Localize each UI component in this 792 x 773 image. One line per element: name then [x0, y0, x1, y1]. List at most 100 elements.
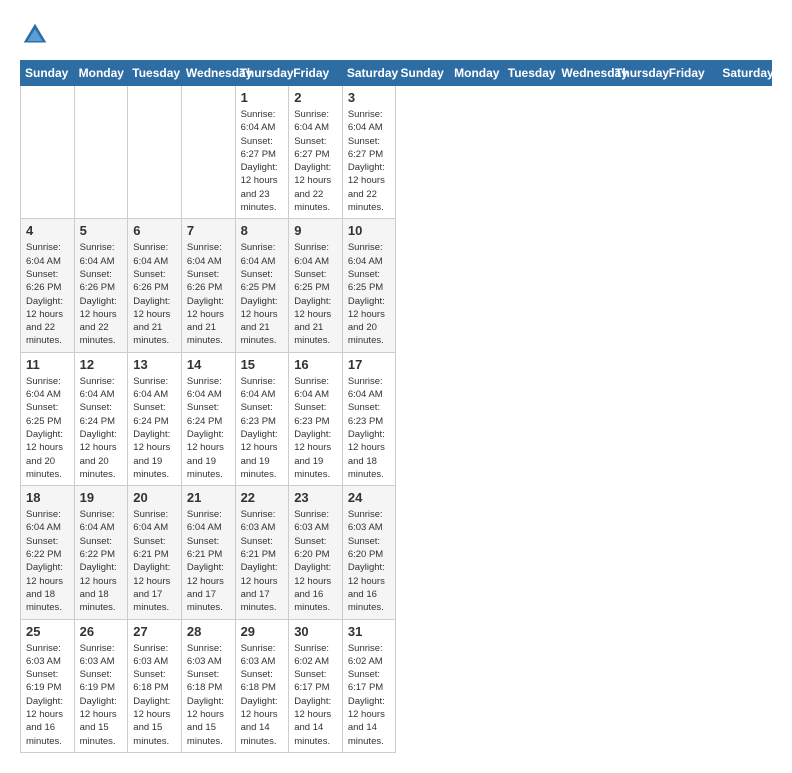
day-number: 30 [294, 624, 337, 639]
day-info: Sunrise: 6:02 AM Sunset: 6:17 PM Dayligh… [294, 642, 337, 748]
day-number: 22 [241, 490, 284, 505]
day-number: 25 [26, 624, 69, 639]
day-number: 18 [26, 490, 69, 505]
calendar-header-thursday: Thursday [611, 61, 665, 86]
day-number: 28 [187, 624, 230, 639]
day-number: 13 [133, 357, 176, 372]
day-number: 11 [26, 357, 69, 372]
day-info: Sunrise: 6:03 AM Sunset: 6:20 PM Dayligh… [294, 508, 337, 614]
calendar-cell: 24 Sunrise: 6:03 AM Sunset: 6:20 PM Dayli… [342, 486, 396, 619]
calendar-header-friday: Friday [664, 61, 718, 86]
calendar-header-monday: Monday [450, 61, 504, 86]
calendar-cell: 12 Sunrise: 6:04 AM Sunset: 6:24 PM Dayli… [74, 352, 128, 485]
day-number: 29 [241, 624, 284, 639]
day-number: 2 [294, 90, 337, 105]
day-info: Sunrise: 6:04 AM Sunset: 6:27 PM Dayligh… [241, 108, 284, 214]
day-info: Sunrise: 6:04 AM Sunset: 6:27 PM Dayligh… [294, 108, 337, 214]
calendar-cell: 1 Sunrise: 6:04 AM Sunset: 6:27 PM Daylig… [235, 86, 289, 219]
calendar-table: SundayMondayTuesdayWednesdayThursdayFrid… [20, 60, 772, 753]
day-info: Sunrise: 6:04 AM Sunset: 6:21 PM Dayligh… [187, 508, 230, 614]
calendar-header-wednesday: Wednesday [181, 61, 235, 86]
calendar-cell [74, 86, 128, 219]
calendar-cell: 8 Sunrise: 6:04 AM Sunset: 6:25 PM Daylig… [235, 219, 289, 352]
calendar-cell: 15 Sunrise: 6:04 AM Sunset: 6:23 PM Dayli… [235, 352, 289, 485]
day-number: 21 [187, 490, 230, 505]
calendar-header-saturday: Saturday [718, 61, 772, 86]
day-number: 6 [133, 223, 176, 238]
day-info: Sunrise: 6:04 AM Sunset: 6:26 PM Dayligh… [80, 241, 123, 347]
day-info: Sunrise: 6:04 AM Sunset: 6:25 PM Dayligh… [241, 241, 284, 347]
calendar-cell: 3Sunrise: 6:04 AM Sunset: 6:27 PM Daylig… [342, 86, 396, 219]
calendar-header-monday: Monday [74, 61, 128, 86]
calendar-cell: 10 Sunrise: 6:04 AM Sunset: 6:25 PM Dayli… [342, 219, 396, 352]
day-number: 7 [187, 223, 230, 238]
calendar-cell: 19 Sunrise: 6:04 AM Sunset: 6:22 PM Dayli… [74, 486, 128, 619]
day-number: 16 [294, 357, 337, 372]
day-number: 10 [348, 223, 391, 238]
day-info: Sunrise: 6:04 AM Sunset: 6:23 PM Dayligh… [348, 375, 391, 481]
day-number: 9 [294, 223, 337, 238]
day-number: 14 [187, 357, 230, 372]
day-info: Sunrise: 6:04 AM Sunset: 6:25 PM Dayligh… [348, 241, 391, 347]
day-info: Sunrise: 6:04 AM Sunset: 6:21 PM Dayligh… [133, 508, 176, 614]
logo-icon [20, 20, 50, 50]
calendar-week-row: 25 Sunrise: 6:03 AM Sunset: 6:19 PM Dayli… [21, 619, 772, 752]
calendar-cell: 5 Sunrise: 6:04 AM Sunset: 6:26 PM Daylig… [74, 219, 128, 352]
calendar-cell: 13Sunrise: 6:04 AM Sunset: 6:24 PM Dayli… [128, 352, 182, 485]
day-number: 20 [133, 490, 176, 505]
calendar-week-row: 1 Sunrise: 6:04 AM Sunset: 6:27 PM Daylig… [21, 86, 772, 219]
day-number: 3 [348, 90, 391, 105]
day-info: Sunrise: 6:03 AM Sunset: 6:18 PM Dayligh… [241, 642, 284, 748]
calendar-week-row: 11Sunrise: 6:04 AM Sunset: 6:25 PM Dayli… [21, 352, 772, 485]
day-info: Sunrise: 6:04 AM Sunset: 6:23 PM Dayligh… [294, 375, 337, 481]
logo [20, 20, 54, 50]
calendar-cell: 30 Sunrise: 6:02 AM Sunset: 6:17 PM Dayli… [289, 619, 343, 752]
calendar-cell [128, 86, 182, 219]
day-number: 24 [348, 490, 391, 505]
day-number: 31 [348, 624, 391, 639]
day-number: 15 [241, 357, 284, 372]
day-info: Sunrise: 6:03 AM Sunset: 6:20 PM Dayligh… [348, 508, 391, 614]
calendar-cell: 26Sunrise: 6:03 AM Sunset: 6:19 PM Dayli… [74, 619, 128, 752]
page-header [20, 20, 772, 50]
calendar-header-row: SundayMondayTuesdayWednesdayThursdayFrid… [21, 61, 772, 86]
day-info: Sunrise: 6:03 AM Sunset: 6:18 PM Dayligh… [133, 642, 176, 748]
day-info: Sunrise: 6:03 AM Sunset: 6:19 PM Dayligh… [80, 642, 123, 748]
calendar-cell: 29 Sunrise: 6:03 AM Sunset: 6:18 PM Dayli… [235, 619, 289, 752]
calendar-cell: 2 Sunrise: 6:04 AM Sunset: 6:27 PM Daylig… [289, 86, 343, 219]
calendar-cell: 31 Sunrise: 6:02 AM Sunset: 6:17 PM Dayli… [342, 619, 396, 752]
calendar-header-sunday: Sunday [21, 61, 75, 86]
calendar-cell: 14 Sunrise: 6:04 AM Sunset: 6:24 PM Dayli… [181, 352, 235, 485]
calendar-cell: 22Sunrise: 6:03 AM Sunset: 6:21 PM Dayli… [235, 486, 289, 619]
calendar-cell: 25 Sunrise: 6:03 AM Sunset: 6:19 PM Dayli… [21, 619, 75, 752]
calendar-header-saturday: Saturday [342, 61, 396, 86]
day-number: 1 [241, 90, 284, 105]
day-info: Sunrise: 6:04 AM Sunset: 6:24 PM Dayligh… [187, 375, 230, 481]
calendar-week-row: 18 Sunrise: 6:04 AM Sunset: 6:22 PM Dayli… [21, 486, 772, 619]
day-info: Sunrise: 6:04 AM Sunset: 6:26 PM Dayligh… [133, 241, 176, 347]
calendar-cell: 27Sunrise: 6:03 AM Sunset: 6:18 PM Dayli… [128, 619, 182, 752]
day-number: 8 [241, 223, 284, 238]
day-info: Sunrise: 6:04 AM Sunset: 6:26 PM Dayligh… [187, 241, 230, 347]
day-info: Sunrise: 6:04 AM Sunset: 6:22 PM Dayligh… [26, 508, 69, 614]
day-info: Sunrise: 6:04 AM Sunset: 6:23 PM Dayligh… [241, 375, 284, 481]
calendar-cell: 18 Sunrise: 6:04 AM Sunset: 6:22 PM Dayli… [21, 486, 75, 619]
calendar-header-tuesday: Tuesday [503, 61, 557, 86]
calendar-header-thursday: Thursday [235, 61, 289, 86]
calendar-cell: 9 Sunrise: 6:04 AM Sunset: 6:25 PM Daylig… [289, 219, 343, 352]
day-number: 5 [80, 223, 123, 238]
day-number: 17 [348, 357, 391, 372]
day-info: Sunrise: 6:04 AM Sunset: 6:22 PM Dayligh… [80, 508, 123, 614]
day-info: Sunrise: 6:04 AM Sunset: 6:25 PM Dayligh… [294, 241, 337, 347]
day-info: Sunrise: 6:03 AM Sunset: 6:19 PM Dayligh… [26, 642, 69, 748]
day-info: Sunrise: 6:04 AM Sunset: 6:24 PM Dayligh… [80, 375, 123, 481]
calendar-cell [21, 86, 75, 219]
day-number: 19 [80, 490, 123, 505]
calendar-cell: 7 Sunrise: 6:04 AM Sunset: 6:26 PM Daylig… [181, 219, 235, 352]
day-info: Sunrise: 6:03 AM Sunset: 6:18 PM Dayligh… [187, 642, 230, 748]
calendar-cell [181, 86, 235, 219]
day-info: Sunrise: 6:04 AM Sunset: 6:26 PM Dayligh… [26, 241, 69, 347]
day-number: 4 [26, 223, 69, 238]
day-info: Sunrise: 6:02 AM Sunset: 6:17 PM Dayligh… [348, 642, 391, 748]
day-number: 12 [80, 357, 123, 372]
